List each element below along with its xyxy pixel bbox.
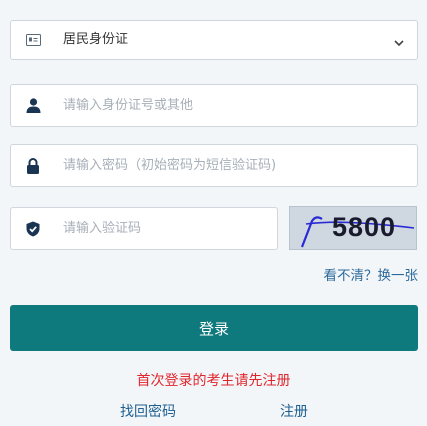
shield-check-icon xyxy=(25,221,41,237)
forgot-password-link[interactable]: 找回密码 xyxy=(120,401,176,421)
password-field[interactable]: 请输入密码（初始密码为短信验证码) xyxy=(10,144,418,187)
login-button[interactable]: 登录 xyxy=(10,305,418,351)
register-notice-link[interactable]: 首次登录的考生请先注册 xyxy=(0,370,427,390)
captcha-refresh-link[interactable]: 看不清？换一张 xyxy=(324,264,419,284)
id-type-value: 居民身份证 xyxy=(63,32,129,47)
register-link[interactable]: 注册 xyxy=(280,401,308,421)
id-card-icon xyxy=(25,32,41,48)
captcha-code: 5800 xyxy=(332,212,397,242)
password-placeholder: 请输入密码（初始密码为短信验证码) xyxy=(63,158,277,173)
captcha-image[interactable]: 5800 xyxy=(289,206,417,250)
user-icon xyxy=(25,98,41,114)
username-placeholder: 请输入身份证号或其他 xyxy=(63,98,194,113)
id-type-select[interactable]: 居民身份证 xyxy=(10,20,418,60)
chevron-down-icon xyxy=(393,34,405,47)
captcha-placeholder: 请输入验证码 xyxy=(63,221,142,236)
lock-icon xyxy=(25,157,41,174)
captcha-field[interactable]: 请输入验证码 xyxy=(10,207,278,250)
username-field[interactable]: 请输入身份证号或其他 xyxy=(10,84,418,127)
